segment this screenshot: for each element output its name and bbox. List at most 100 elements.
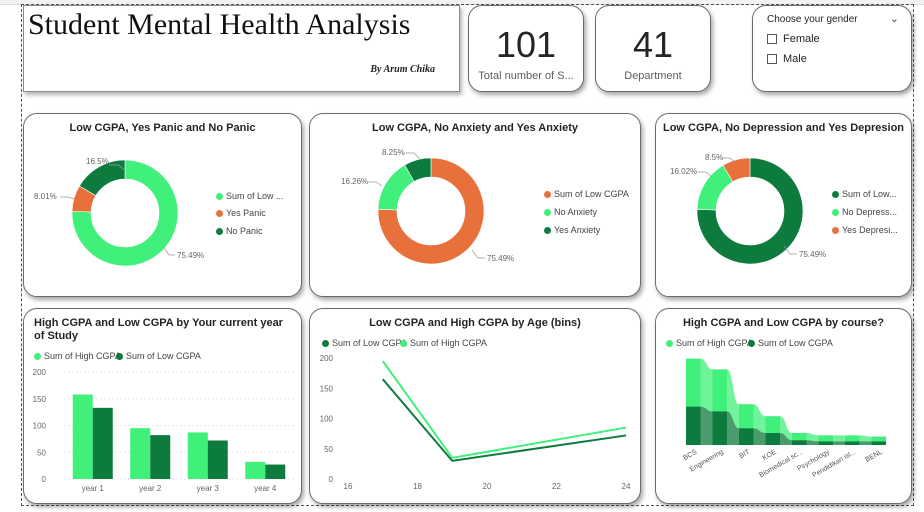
line-chart-card[interactable]: Low CGPA and High CGPA by Age (bins) Sum… [309,308,641,504]
slicer-option-male[interactable]: Male [767,53,807,65]
bar[interactable] [245,461,266,479]
ribbon-bar[interactable] [765,416,781,433]
legend-label: Yes Anxiety [554,225,601,235]
ribbon-bar[interactable] [791,440,807,445]
checkbox-icon[interactable] [767,54,777,64]
x-tick-label: BENL [864,449,883,464]
ribbon-band [700,406,713,445]
bar[interactable] [265,464,286,479]
ribbon-bar[interactable] [765,433,781,445]
donut-chart-anxiety: 8.25% 16.26% 75.49% [341,148,514,265]
bar[interactable] [187,432,208,479]
ribbon-bar[interactable] [685,358,701,407]
x-tick-label: year 2 [139,484,162,493]
ribbon-bar[interactable] [738,404,754,429]
legend-label: Sum of Low CGPA [554,189,629,199]
leader-line [60,196,75,200]
legend-label: No Anxiety [554,207,598,217]
bar[interactable] [150,435,171,479]
y-tick-label: 200 [33,368,47,377]
checkbox-icon[interactable] [767,34,777,44]
legend-label: Yes Panic [226,208,266,218]
slicer-option-female[interactable]: Female [767,33,820,45]
legend-label: Yes Depresi... [842,225,898,235]
legend-item[interactable]: Yes Panic [216,208,266,218]
y-tick-label: 0 [329,475,334,484]
pct-label: 16.5% [86,157,109,166]
y-tick-label: 0 [42,475,47,484]
legend-item[interactable]: Sum of Low CGPA [544,189,629,199]
y-tick-label: 50 [37,448,46,457]
ribbon-bar[interactable] [791,433,807,441]
donut-card-depression[interactable]: Low CGPA, No Depression and Yes Depresio… [655,113,912,297]
bar[interactable] [72,394,93,479]
report-title-card: Student Mental Health Analysis By Arum C… [23,5,460,92]
ribbon-chart-card[interactable]: High CGPA and Low CGPA by course? Sum of… [655,308,912,504]
ribbon-bar[interactable] [871,441,887,445]
pct-label: 16.02% [670,167,697,176]
ribbon-bar[interactable] [712,369,728,412]
x-tick-label: 16 [344,482,353,491]
x-tick-label: 24 [622,482,631,491]
x-tick-label: 18 [413,482,422,491]
ribbon-bar[interactable] [844,435,860,442]
legend-item[interactable]: No Panic [216,226,263,236]
leader-line [406,152,421,160]
ribbon-bar[interactable] [818,435,834,442]
x-tick-label: BCS [682,449,698,462]
line-series[interactable] [381,360,627,459]
ribbon-bar[interactable] [818,441,834,445]
ribbon-bar[interactable] [844,441,860,445]
legend-item[interactable]: No Anxiety [544,207,597,217]
bar[interactable] [207,440,228,479]
pct-label: 16.26% [341,177,368,186]
pct-label: 75.49% [487,254,514,263]
legend-label: Sum of Low ... [226,191,284,201]
chevron-down-icon[interactable]: ⌄ [890,12,899,25]
bar-chart-card[interactable]: High CGPA and Low CGPA by Your current y… [23,308,302,504]
kpi-label: Total number of S... [478,70,574,82]
ribbon-band [806,433,819,442]
donut-card-anxiety[interactable]: Low CGPA, No Anxiety and Yes Anxiety 8.2… [309,113,641,297]
legend-swatch [832,190,839,198]
x-tick-label: year 3 [197,484,220,493]
kpi-card-department[interactable]: 41 Department [595,5,711,92]
ribbon-bar[interactable] [738,428,754,445]
legend-item[interactable]: No Depress... [832,207,897,217]
legend-swatch [544,226,551,234]
legend-item[interactable]: Sum of Low ... [216,191,284,201]
x-tick-label: KOE [761,449,778,463]
donut-chart-depression: 8.5% 16.02% 75.49% [670,153,826,265]
legend-label: No Depress... [842,207,898,217]
slicer-option-label: Female [783,33,820,45]
x-tick-label: 22 [552,482,561,491]
ribbon-bar[interactable] [712,411,728,445]
pct-label: 8.25% [382,148,405,157]
ribbon-band [833,441,845,445]
legend-swatch [544,208,551,216]
legend-swatch [832,208,839,216]
line-chart: 0 50 100 150 200 16 18 20 22 24 [320,354,631,491]
kpi-label: Department [624,70,682,82]
x-tick-label: BIT [738,448,752,460]
bar[interactable] [130,428,151,479]
gender-slicer[interactable]: Choose your gender ⌄ Female Male [752,5,912,92]
legend-swatch [216,227,223,235]
ribbon-bar[interactable] [685,406,701,445]
pct-label: 75.49% [799,250,826,259]
ribbon-bar[interactable] [871,436,887,442]
donut-card-panic[interactable]: Low CGPA, Yes Panic and No Panic 16.5% 8… [23,113,302,297]
legend-item[interactable]: Yes Anxiety [544,225,600,235]
kpi-value: 101 [495,24,557,65]
kpi-card-students[interactable]: 101 Total number of S... [468,5,584,92]
legend-item[interactable]: Sum of Low... [832,189,897,199]
legend-item[interactable]: Yes Depresi... [832,225,898,235]
y-tick-label: 100 [33,422,47,431]
ribbon-band [859,441,872,445]
legend-swatch [832,226,839,234]
ribbon-band [700,358,713,412]
report-author: By Arum Chika [370,64,435,75]
bar[interactable] [92,407,113,479]
slicer-option-label: Male [783,53,807,65]
legend-label: No Panic [226,226,263,236]
